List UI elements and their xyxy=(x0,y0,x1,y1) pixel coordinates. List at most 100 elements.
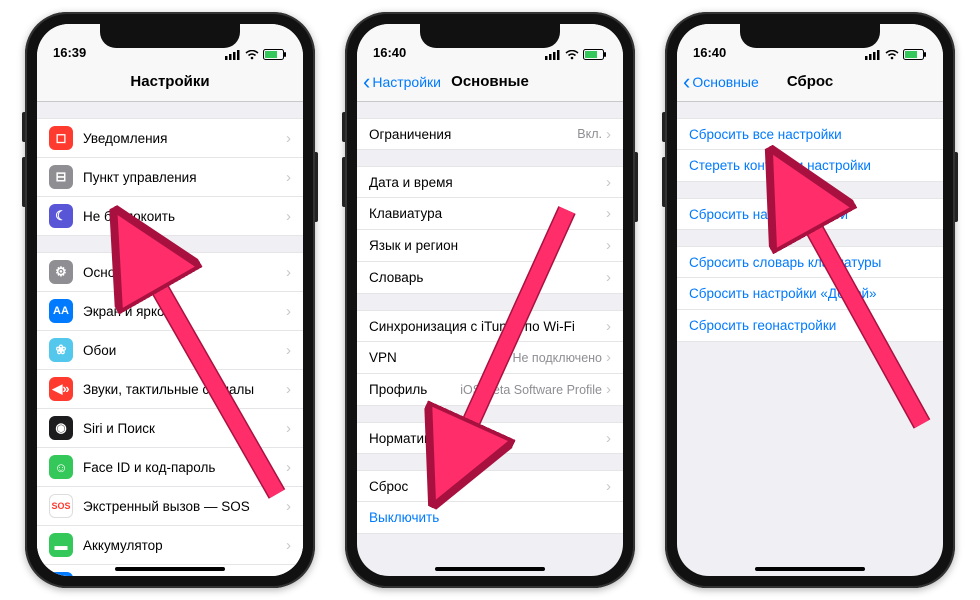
home-indicator xyxy=(435,567,545,571)
row-label: Сбросить настройки сети xyxy=(689,207,931,222)
chevron-right-icon: › xyxy=(286,538,291,553)
chevron-right-icon: › xyxy=(606,319,611,334)
status-time: 16:40 xyxy=(693,45,726,60)
settings-row[interactable]: Нормативная…› xyxy=(357,422,623,454)
nav-bar: ‹Основные Сброс xyxy=(677,62,943,102)
phone-frame: 16:39Настройки◻︎Уведомления›⊟Пункт управ… xyxy=(25,12,315,588)
row-label: Siri и Поиск xyxy=(83,421,286,436)
settings-row[interactable]: Синхронизация с iTunes по Wi-Fi› xyxy=(357,310,623,342)
settings-list[interactable]: ОграниченияВкл.›Дата и время›Клавиатура›… xyxy=(357,102,623,534)
settings-row[interactable]: Сбросить геонастройки xyxy=(677,310,943,342)
nav-title: Основные xyxy=(451,73,529,90)
phone-screen: 16:40 ‹Основные Сброс Сбросить все настройк… xyxy=(677,24,943,576)
sounds-icon: ◀︎» xyxy=(49,377,73,401)
chevron-right-icon: › xyxy=(606,238,611,253)
chevron-right-icon: › xyxy=(286,131,291,146)
section-gap xyxy=(357,454,623,470)
nav-back-label: Настройки xyxy=(372,74,441,90)
settings-list[interactable]: Сбросить все настройки Стереть контент и … xyxy=(677,102,943,342)
wifi-icon xyxy=(245,50,259,60)
row-label: Синхронизация с iTunes по Wi-Fi xyxy=(369,319,606,334)
settings-list[interactable]: ◻︎Уведомления›⊟Пункт управления›☾Не бесп… xyxy=(37,102,303,576)
battery-icon xyxy=(583,49,607,60)
dnd-icon: ☾ xyxy=(49,204,73,228)
notch xyxy=(740,24,880,48)
general-icon: ⚙︎ xyxy=(49,260,73,284)
row-label: Сбросить настройки «Домой» xyxy=(689,286,931,301)
settings-row[interactable]: Словарь› xyxy=(357,262,623,294)
settings-row[interactable]: SOSЭкстренный вызов — SOS› xyxy=(37,487,303,526)
settings-row[interactable]: ❀Обои› xyxy=(37,331,303,370)
chevron-left-icon: ‹ xyxy=(363,75,370,88)
battery-icon xyxy=(903,49,927,60)
settings-row[interactable]: Сброс› xyxy=(357,470,623,502)
nav-title: Настройки xyxy=(130,73,209,90)
section-gap xyxy=(677,182,943,198)
chevron-right-icon: › xyxy=(606,270,611,285)
section-gap xyxy=(357,294,623,310)
nav-back-button[interactable]: ‹Настройки xyxy=(363,74,441,90)
chevron-right-icon: › xyxy=(606,479,611,494)
chevron-right-icon: › xyxy=(286,343,291,358)
row-value: Вкл. xyxy=(577,127,602,141)
wifi-icon xyxy=(565,50,579,60)
nav-back-button[interactable]: ‹Основные xyxy=(683,74,759,90)
settings-row[interactable]: ▬ Аккумулятор› xyxy=(37,526,303,565)
row-label: Экстренный вызов — SOS xyxy=(83,499,286,514)
row-label: Дата и время xyxy=(369,175,606,190)
section-gap xyxy=(357,150,623,166)
battery-icon xyxy=(263,49,287,60)
row-label: Уведомления xyxy=(83,131,286,146)
row-label: Словарь xyxy=(369,270,606,285)
settings-row[interactable]: ☺︎Face ID и код-пароль› xyxy=(37,448,303,487)
settings-row[interactable]: Сбросить настройки сети xyxy=(677,198,943,230)
section-gap xyxy=(37,102,303,118)
row-label: Аккумулятор xyxy=(83,538,286,553)
chevron-right-icon: › xyxy=(286,209,291,224)
privacy-icon: ✋ xyxy=(49,572,73,576)
settings-row[interactable]: ◀︎»Звуки, тактильные сигналы› xyxy=(37,370,303,409)
nav-bar: ‹Настройки Основные xyxy=(357,62,623,102)
control-icon: ⊟ xyxy=(49,165,73,189)
home-indicator xyxy=(755,567,865,571)
settings-row[interactable]: ☾Не беспокоить› xyxy=(37,197,303,236)
row-value: Не подключено xyxy=(512,351,602,365)
settings-row[interactable]: ◉Siri и Поиск› xyxy=(37,409,303,448)
row-label: Звуки, тактильные сигналы xyxy=(83,382,286,397)
settings-row[interactable]: Сбросить все настройки xyxy=(677,118,943,150)
settings-row[interactable]: Сбросить словарь клавиатуры xyxy=(677,246,943,278)
row-label: Стереть контент и настройки xyxy=(689,158,931,173)
settings-row[interactable]: ◻︎ Уведомления› xyxy=(37,118,303,158)
settings-row[interactable]: Язык и регион› xyxy=(357,230,623,262)
settings-row[interactable]: Выключить xyxy=(357,502,623,534)
settings-row[interactable]: ⚙︎Основные› xyxy=(37,252,303,292)
faceid-icon: ☺︎ xyxy=(49,455,73,479)
wifi-icon xyxy=(885,50,899,60)
row-label: Сбросить геонастройки xyxy=(689,318,931,333)
section-gap xyxy=(37,236,303,252)
signal-icon xyxy=(865,50,881,60)
settings-row[interactable]: AAЭкран и яркость› xyxy=(37,292,303,331)
section-gap xyxy=(357,102,623,118)
settings-row[interactable]: Клавиатура› xyxy=(357,198,623,230)
signal-icon xyxy=(225,50,241,60)
row-label: Сбросить все настройки xyxy=(689,127,931,142)
settings-row[interactable]: ⊟Пункт управления› xyxy=(37,158,303,197)
row-label: Нормативная… xyxy=(369,431,606,446)
settings-row[interactable]: VPNНе подключено› xyxy=(357,342,623,374)
battery-icon: ▬ xyxy=(49,533,73,557)
nav-title: Сброс xyxy=(787,73,833,90)
row-label: Экран и яркость xyxy=(83,304,286,319)
phone-frame: 16:40‹НастройкиОсновныеОграниченияВкл.›Д… xyxy=(345,12,635,588)
settings-row[interactable]: Дата и время› xyxy=(357,166,623,198)
chevron-right-icon: › xyxy=(286,421,291,436)
notch xyxy=(420,24,560,48)
row-label: VPN xyxy=(369,350,512,365)
settings-row[interactable]: ОграниченияВкл.› xyxy=(357,118,623,150)
settings-row[interactable]: ПрофильiOS Beta Software Profile› xyxy=(357,374,623,406)
settings-row[interactable]: Сбросить настройки «Домой» xyxy=(677,278,943,310)
row-label: Сброс xyxy=(369,479,606,494)
settings-row[interactable]: Стереть контент и настройки xyxy=(677,150,943,182)
notifications-icon: ◻︎ xyxy=(49,126,73,150)
signal-icon xyxy=(545,50,561,60)
